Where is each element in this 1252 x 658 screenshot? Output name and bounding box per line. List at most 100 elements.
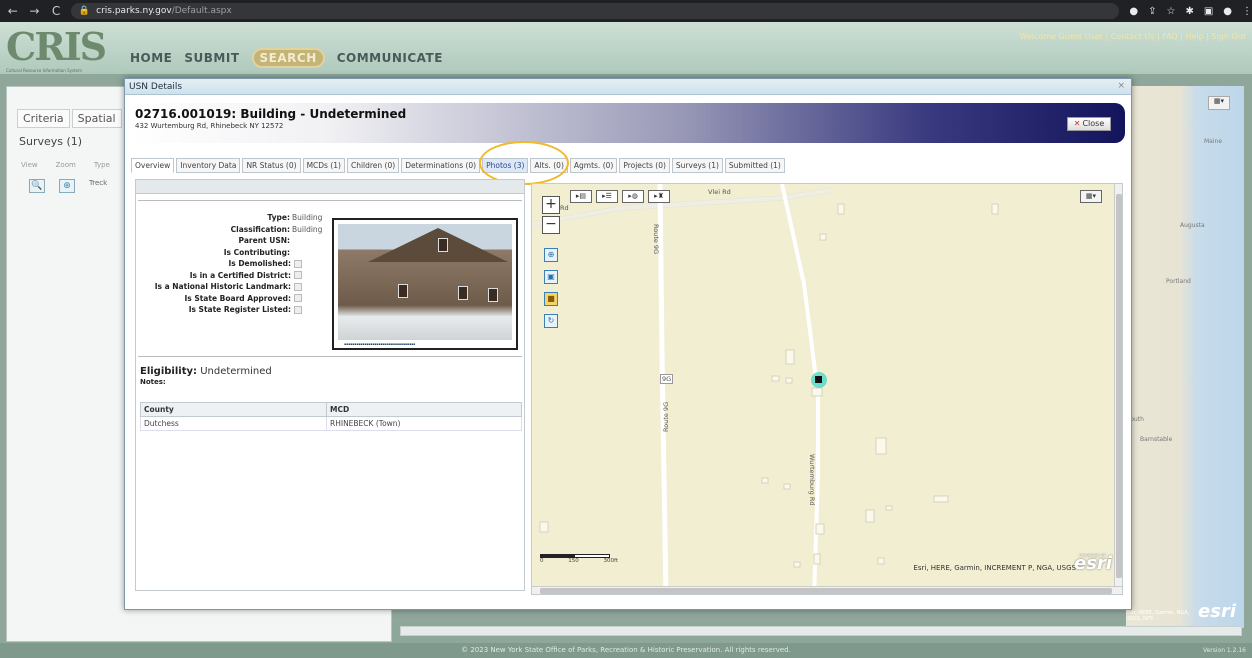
basemap-gallery-button[interactable]: ▦▾: [1080, 190, 1102, 203]
tab-criteria[interactable]: Criteria: [17, 109, 70, 128]
route-shield-9g: 9G: [660, 374, 674, 384]
field-label: Is State Board Approved:: [184, 293, 291, 303]
tab-agmts[interactable]: Agmts. (0): [569, 158, 618, 173]
panel-header-strip: [136, 180, 524, 194]
tab-submitted[interactable]: Submitted (1): [724, 158, 785, 173]
field-row: Is State Board Approved:: [140, 293, 326, 305]
field-label: Is in a Certified District:: [189, 270, 291, 280]
street-view-icon[interactable]: ▸♜: [648, 190, 670, 203]
location-map[interactable]: + − ⊕ ▣ ■ ↻ ▸▤ ▸☰ ▸◍ ▸♜ ▦▾ Vlei Rd Rd Ro…: [531, 183, 1123, 595]
nav-submit[interactable]: SUBMIT: [184, 51, 239, 65]
map-label-portland: Portland: [1166, 278, 1191, 285]
address-bar[interactable]: 🔒 cris.parks.ny.gov /Default.aspx: [70, 3, 1120, 19]
field-checkbox: [294, 305, 302, 314]
field-row: Parent USN:: [140, 235, 326, 247]
map-toolbar: ▸▤ ▸☰ ▸◍ ▸♜: [570, 190, 670, 203]
refresh-map-icon[interactable]: ↻: [544, 314, 558, 328]
col-type: Type: [93, 161, 110, 169]
esri-logo[interactable]: esri: [1074, 553, 1112, 574]
divider: [138, 200, 522, 201]
photo-thumbnail[interactable]: ▪▪▪▪▪▪▪▪▪▪▪▪▪▪▪▪▪▪▪▪▪▪▪▪▪▪▪▪▪▪▪▪▪▪▪: [332, 218, 518, 350]
close-button-label: Close: [1082, 119, 1105, 128]
tab-surveys[interactable]: Surveys (1): [671, 158, 723, 173]
usn-details-dialog: USN Details × 02716.001019: Building - U…: [124, 78, 1132, 610]
nav-home[interactable]: HOME: [130, 51, 172, 65]
horizontal-scrollbar[interactable]: [400, 626, 1242, 636]
background-map[interactable]: ▦▾ Maine Augusta Portland Barnstable rou…: [1126, 86, 1244, 628]
field-label: Parent USN:: [238, 236, 290, 246]
field-label: Type:: [267, 213, 290, 223]
bookmark-star-icon[interactable]: ☆: [1166, 6, 1175, 17]
map-vertical-scrollbar[interactable]: [1114, 184, 1122, 588]
field-label: Is Contributing:: [223, 247, 290, 257]
forward-icon[interactable]: →: [26, 4, 44, 18]
field-checkbox: [294, 282, 302, 291]
google-icon[interactable]: ●: [1129, 6, 1138, 17]
property-fields: Type: Building Classification: Building Pare…: [140, 212, 326, 316]
close-button[interactable]: ✕ Close: [1067, 117, 1111, 131]
col-view: View: [21, 161, 38, 169]
eligibility-value: Undetermined: [200, 366, 272, 377]
basemap-layers-button[interactable]: ▦▾: [1208, 96, 1230, 110]
tab-spatial[interactable]: Spatial: [71, 109, 122, 128]
county-mcd-table: County MCD Dutchess RHINEBECK (Town): [140, 402, 522, 431]
tab-inventory-data[interactable]: Inventory Data: [176, 158, 241, 173]
zoom-in-button[interactable]: +: [542, 196, 560, 214]
zoom-out-button[interactable]: −: [542, 216, 560, 234]
site-header: CRIS Cultural Resource Information Syste…: [0, 22, 1252, 74]
map-canvas[interactable]: [532, 184, 1123, 595]
map-label-barnstable: Barnstable: [1140, 436, 1173, 443]
field-row: Is State Register Listed:: [140, 304, 326, 316]
road-label-wurtemburg: Wurtemburg Rd: [808, 454, 816, 506]
barn-window: [398, 284, 408, 298]
lock-icon: 🔒: [78, 6, 91, 16]
scale-label-300: 300ft: [603, 558, 619, 564]
col-county[interactable]: County: [140, 402, 327, 417]
share-icon[interactable]: ⇪: [1148, 6, 1156, 17]
tab-determinations[interactable]: Determinations (0): [401, 158, 481, 173]
field-checkbox: [294, 259, 302, 268]
nav-communicate[interactable]: COMMUNICATE: [337, 51, 443, 65]
zoom-magnifier-icon[interactable]: ⊕: [544, 248, 558, 262]
field-row: Classification: Building: [140, 224, 326, 236]
eligibility-label: Eligibility:: [140, 366, 198, 377]
tab-overview[interactable]: Overview: [131, 158, 175, 173]
lock-tool-icon[interactable]: ■: [544, 292, 558, 306]
surveys-heading: Surveys (1): [19, 135, 83, 148]
zoom-magnifier-icon[interactable]: ⊕: [59, 179, 75, 193]
full-extent-icon[interactable]: ▣: [544, 270, 558, 284]
map-attribution: Esri, HERE, Garmin, INCREMENT P, NGA, US…: [913, 564, 1076, 572]
window-icon[interactable]: ▣: [1204, 6, 1213, 17]
scrollbar-thumb[interactable]: [1116, 194, 1122, 578]
dialog-titlebar: USN Details ×: [125, 79, 1131, 95]
map-label-augusta: Augusta: [1180, 222, 1205, 229]
view-magnifier-icon[interactable]: 🔍: [29, 179, 45, 193]
back-icon[interactable]: ←: [4, 4, 22, 18]
header-links[interactable]: Welcome Guest User | Contact Us | FAQ | …: [1020, 32, 1246, 41]
menu-icon[interactable]: ⋮: [1242, 6, 1252, 17]
list-icon[interactable]: ▸☰: [596, 190, 618, 203]
globe-icon[interactable]: ▸◍: [622, 190, 644, 203]
tab-projects[interactable]: Projects (0): [619, 158, 670, 173]
table-row[interactable]: Dutchess RHINEBECK (Town): [140, 416, 522, 431]
extensions-icon[interactable]: ✱: [1185, 6, 1193, 17]
barn-photo[interactable]: [338, 224, 512, 340]
map-horizontal-scrollbar[interactable]: [532, 586, 1122, 594]
scrollbar-thumb[interactable]: [540, 588, 1112, 594]
nav-search[interactable]: SEARCH: [251, 48, 325, 68]
tab-nr-status[interactable]: NR Status (0): [242, 158, 301, 173]
dialog-close-icon[interactable]: ×: [1117, 81, 1125, 91]
col-mcd[interactable]: MCD: [326, 402, 522, 417]
field-checkbox: [294, 271, 302, 280]
legend-icon[interactable]: ▸▤: [570, 190, 592, 203]
field-row: Is in a Certified District:: [140, 270, 326, 282]
scale-label-150: 150: [568, 558, 579, 564]
tab-mcds[interactable]: MCDs (1): [302, 158, 345, 173]
tab-children[interactable]: Children (0): [346, 158, 400, 173]
notes-label: Notes:: [140, 378, 166, 386]
profile-icon[interactable]: ●: [1223, 6, 1232, 17]
cris-logo[interactable]: CRIS: [6, 28, 107, 66]
row-type: Treck: [89, 179, 108, 187]
usn-banner: 02716.001019: Building - Undetermined 43…: [129, 103, 1125, 143]
reload-icon[interactable]: C: [47, 4, 65, 18]
